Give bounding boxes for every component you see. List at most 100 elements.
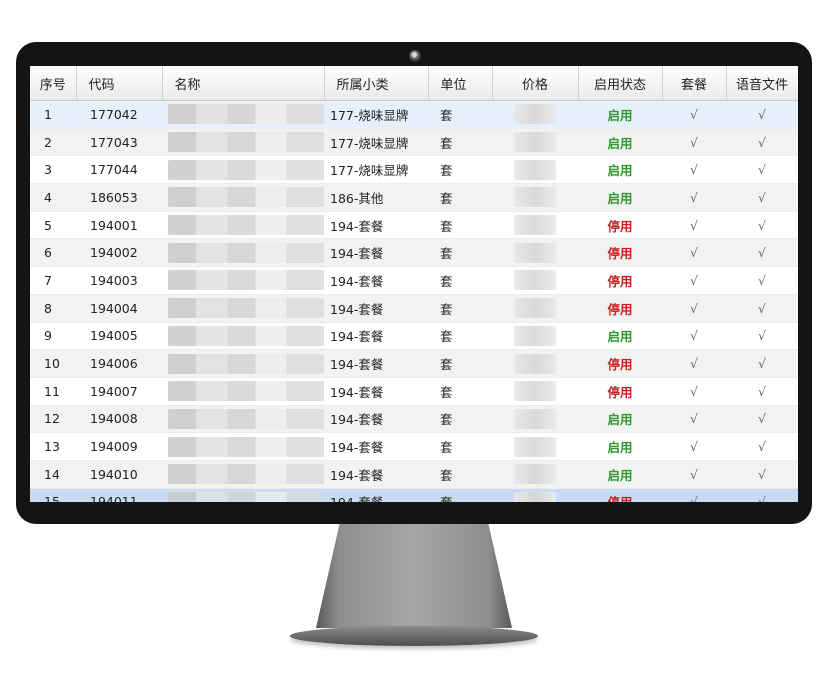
row-status-cell: 启用	[578, 100, 662, 129]
checkmark-icon: √	[690, 300, 698, 316]
row-status-cell: 停用	[578, 349, 662, 378]
row-set-meal: √	[662, 349, 726, 378]
row-name-redacted	[162, 211, 324, 240]
checkmark-icon: √	[758, 300, 766, 316]
row-category: 194-套餐	[324, 294, 428, 323]
row-unit: 套	[428, 322, 492, 351]
column-header-set-meal[interactable]: 套餐	[662, 66, 727, 101]
row-index: 13	[30, 432, 76, 461]
row-category: 194-套餐	[324, 211, 428, 240]
column-header-code[interactable]: 代码	[76, 66, 163, 101]
checkmark-icon: √	[690, 439, 698, 455]
row-index: 11	[30, 377, 76, 406]
redacted-name-block	[168, 491, 324, 502]
checkmark-icon: √	[690, 466, 698, 482]
table-row[interactable]: 8 194004 194-套餐套 停用 √ √	[30, 294, 798, 323]
table-body: 1 177042 177-烧味显牌套启用 √ √ 2 177043 177-烧味显牌套启用 √ √…	[30, 100, 798, 502]
checkmark-icon: √	[758, 106, 766, 122]
row-name-redacted	[162, 100, 324, 129]
row-unit: 套	[428, 460, 492, 489]
checkmark-icon: √	[690, 383, 698, 399]
column-header-name[interactable]: 名称	[162, 66, 325, 101]
checkmark-icon: √	[690, 106, 698, 122]
table-row[interactable]: 4 186053 186-其他套 启用 √ √	[30, 183, 798, 212]
table-row[interactable]: 1 177042 177-烧味显牌套 启用 √ √	[30, 100, 798, 129]
row-category: 177-烧味显牌	[324, 100, 428, 129]
redacted-price-block	[514, 353, 556, 374]
redacted-price-block	[514, 132, 556, 153]
row-code: 194001	[76, 211, 162, 240]
row-code: 177043	[76, 128, 162, 157]
column-header-index[interactable]: 序号	[30, 66, 77, 101]
row-unit: 套	[428, 183, 492, 212]
row-unit: 套	[428, 488, 492, 502]
redacted-name-block	[168, 132, 324, 153]
row-price-redacted	[492, 183, 578, 212]
table-row[interactable]: 3 177044 177-烧味显牌套 启用 √ √	[30, 155, 798, 185]
row-status-cell: 启用	[578, 405, 662, 434]
row-set-meal: √	[662, 294, 726, 323]
row-name-redacted	[162, 155, 324, 185]
row-index: 15	[30, 488, 76, 502]
column-header-category[interactable]: 所属小类	[324, 66, 429, 101]
table-row[interactable]: 5 194001 194-套餐套 停用 √ √	[30, 211, 798, 240]
row-unit: 套	[428, 377, 492, 406]
row-category: 194-套餐	[324, 488, 428, 502]
checkmark-icon: √	[690, 272, 698, 288]
row-status-cell: 启用	[578, 460, 662, 489]
table-row[interactable]: 2 177043 177-烧味显牌套 启用 √ √	[30, 128, 798, 157]
status-badge: 启用	[607, 163, 633, 179]
column-header-voice-file[interactable]: 语音文件	[726, 66, 798, 101]
checkmark-icon: √	[758, 328, 766, 344]
checkmark-icon: √	[758, 439, 766, 455]
row-code: 194003	[76, 266, 162, 295]
row-price-redacted	[492, 460, 578, 489]
table-row[interactable]: 15194011 194-套餐套停用 √ √	[30, 488, 798, 502]
row-unit: 套	[428, 349, 492, 378]
status-badge: 停用	[607, 384, 633, 400]
row-index: 10	[30, 349, 76, 378]
checkmark-icon: √	[758, 356, 766, 372]
row-set-meal: √	[662, 155, 726, 185]
row-status-cell: 停用	[578, 211, 662, 240]
row-category: 194-套餐	[324, 238, 428, 268]
row-index: 8	[30, 294, 76, 323]
row-voice-file: √	[726, 100, 798, 129]
row-set-meal: √	[662, 266, 726, 295]
status-badge: 停用	[607, 246, 633, 262]
table-row[interactable]: 10 194006 194-套餐套 停用 √ √	[30, 349, 798, 378]
row-status-cell: 停用	[578, 294, 662, 323]
row-price-redacted	[492, 432, 578, 461]
table-row[interactable]: 11 194007 194-套餐套 停用 √ √	[30, 377, 798, 406]
row-name-redacted	[162, 460, 324, 489]
column-header-status[interactable]: 启用状态	[578, 66, 663, 101]
table-row[interactable]: 9 194005 194-套餐套 启用 √ √	[30, 322, 798, 351]
status-badge: 停用	[607, 495, 632, 502]
row-name-redacted	[162, 294, 324, 323]
redacted-price-block	[514, 215, 556, 236]
monitor-stand-base	[290, 626, 538, 646]
row-price-redacted	[492, 211, 578, 240]
table-row[interactable]: 13 194009 194-套餐套 启用 √ √	[30, 432, 798, 461]
row-category: 194-套餐	[324, 322, 428, 351]
row-voice-file: √	[726, 405, 798, 434]
row-set-meal: √	[662, 211, 726, 240]
checkmark-icon: √	[690, 162, 698, 178]
status-badge: 启用	[607, 190, 633, 206]
row-unit: 套	[428, 405, 492, 434]
row-voice-file: √	[726, 155, 798, 185]
table-row[interactable]: 6 194002 194-套餐套 停用 √ √	[30, 238, 798, 268]
redacted-price-block	[514, 325, 556, 346]
column-header-unit[interactable]: 单位	[428, 66, 493, 101]
redacted-name-block	[168, 436, 324, 457]
row-price-redacted	[492, 155, 578, 185]
table-row[interactable]: 14 194010 194-套餐套 启用 √ √	[30, 460, 798, 489]
row-set-meal: √	[662, 128, 726, 157]
row-unit: 套	[428, 128, 492, 157]
checkmark-icon: √	[758, 494, 766, 502]
checkmark-icon: √	[758, 162, 766, 178]
table-row[interactable]: 7 194003 194-套餐套 停用 √ √	[30, 266, 798, 295]
table-row[interactable]: 12 194008 194-套餐套 启用 √ √	[30, 405, 798, 434]
column-header-price[interactable]: 价格	[492, 66, 579, 101]
checkmark-icon: √	[690, 411, 698, 427]
